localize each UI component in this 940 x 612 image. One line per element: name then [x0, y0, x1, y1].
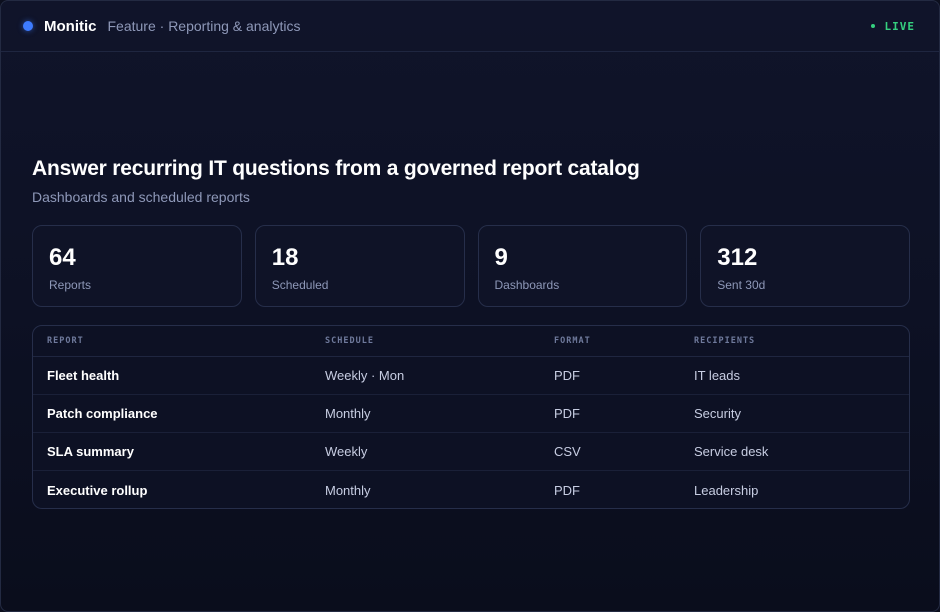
format-cell: CSV: [554, 444, 581, 459]
report-catalog-table: REPORT SCHEDULE FORMAT RECIPIENTS Fleet …: [32, 325, 910, 509]
report-name-cell: Executive rollup: [47, 482, 148, 498]
top-bar: Monitic Feature · Reporting & analytics …: [1, 1, 939, 52]
stat-card-reports: 64 Reports: [32, 225, 242, 307]
format-cell: PDF: [554, 482, 580, 498]
recipients-cell: Leadership: [694, 482, 759, 498]
recipients-cell: IT leads: [694, 368, 741, 383]
table-row[interactable]: Executive rollup Monthly PDF Leadership: [33, 471, 909, 508]
stat-value: 64: [49, 244, 76, 271]
column-header-recipients: RECIPIENTS: [694, 336, 756, 346]
report-name-cell: Patch compliance: [47, 406, 158, 421]
table-header: REPORT SCHEDULE FORMAT RECIPIENTS: [33, 326, 909, 357]
live-status-badge: LIVE: [870, 19, 916, 33]
format-cell: PDF: [554, 406, 580, 421]
page-title: Answer recurring IT questions from a gov…: [32, 157, 640, 180]
schedule-cell: Weekly: [325, 444, 368, 459]
column-header-format: FORMAT: [554, 336, 591, 346]
table-row[interactable]: SLA summary Weekly CSV Service desk: [33, 433, 909, 471]
stat-label: Scheduled: [271, 278, 329, 292]
stat-value: 312: [717, 244, 758, 271]
stat-label: Dashboards: [494, 278, 560, 292]
app-window: Monitic Feature · Reporting & analytics …: [0, 0, 940, 612]
table-row[interactable]: Patch compliance Monthly PDF Security: [33, 395, 909, 433]
report-name-cell: Fleet health: [47, 368, 120, 383]
schedule-cell: Monthly: [325, 406, 371, 421]
page-context: Feature · Reporting & analytics: [107, 18, 301, 34]
live-status-label: LIVE: [884, 19, 915, 33]
stat-card-dashboards: 9 Dashboards: [477, 225, 688, 307]
stat-label: Sent 30d: [717, 278, 766, 292]
recipients-cell: Service desk: [694, 444, 769, 459]
column-header-schedule: SCHEDULE: [325, 336, 374, 346]
format-cell: PDF: [554, 368, 580, 383]
brand-name: Monitic: [44, 17, 97, 35]
page-subtitle: Dashboards and scheduled reports: [32, 189, 250, 205]
schedule-cell: Monthly: [325, 482, 371, 498]
table-row[interactable]: Fleet health Weekly · Mon PDF IT leads: [33, 357, 909, 395]
stat-value: 9: [494, 244, 508, 271]
live-dot-icon: [870, 24, 875, 28]
stats-row: 64 Reports 18 Scheduled 9 Dashboards 312…: [32, 225, 910, 307]
brand-logo-icon: [23, 21, 33, 31]
recipients-cell: Security: [694, 406, 741, 421]
schedule-cell: Weekly · Mon: [325, 368, 405, 383]
stat-value: 18: [271, 244, 299, 271]
report-name-cell: SLA summary: [47, 444, 134, 459]
stat-label: Reports: [49, 278, 92, 292]
column-header-report: REPORT: [47, 336, 84, 346]
stat-card-sent-30d: 312 Sent 30d: [700, 225, 910, 307]
stat-card-scheduled: 18 Scheduled: [254, 225, 465, 307]
